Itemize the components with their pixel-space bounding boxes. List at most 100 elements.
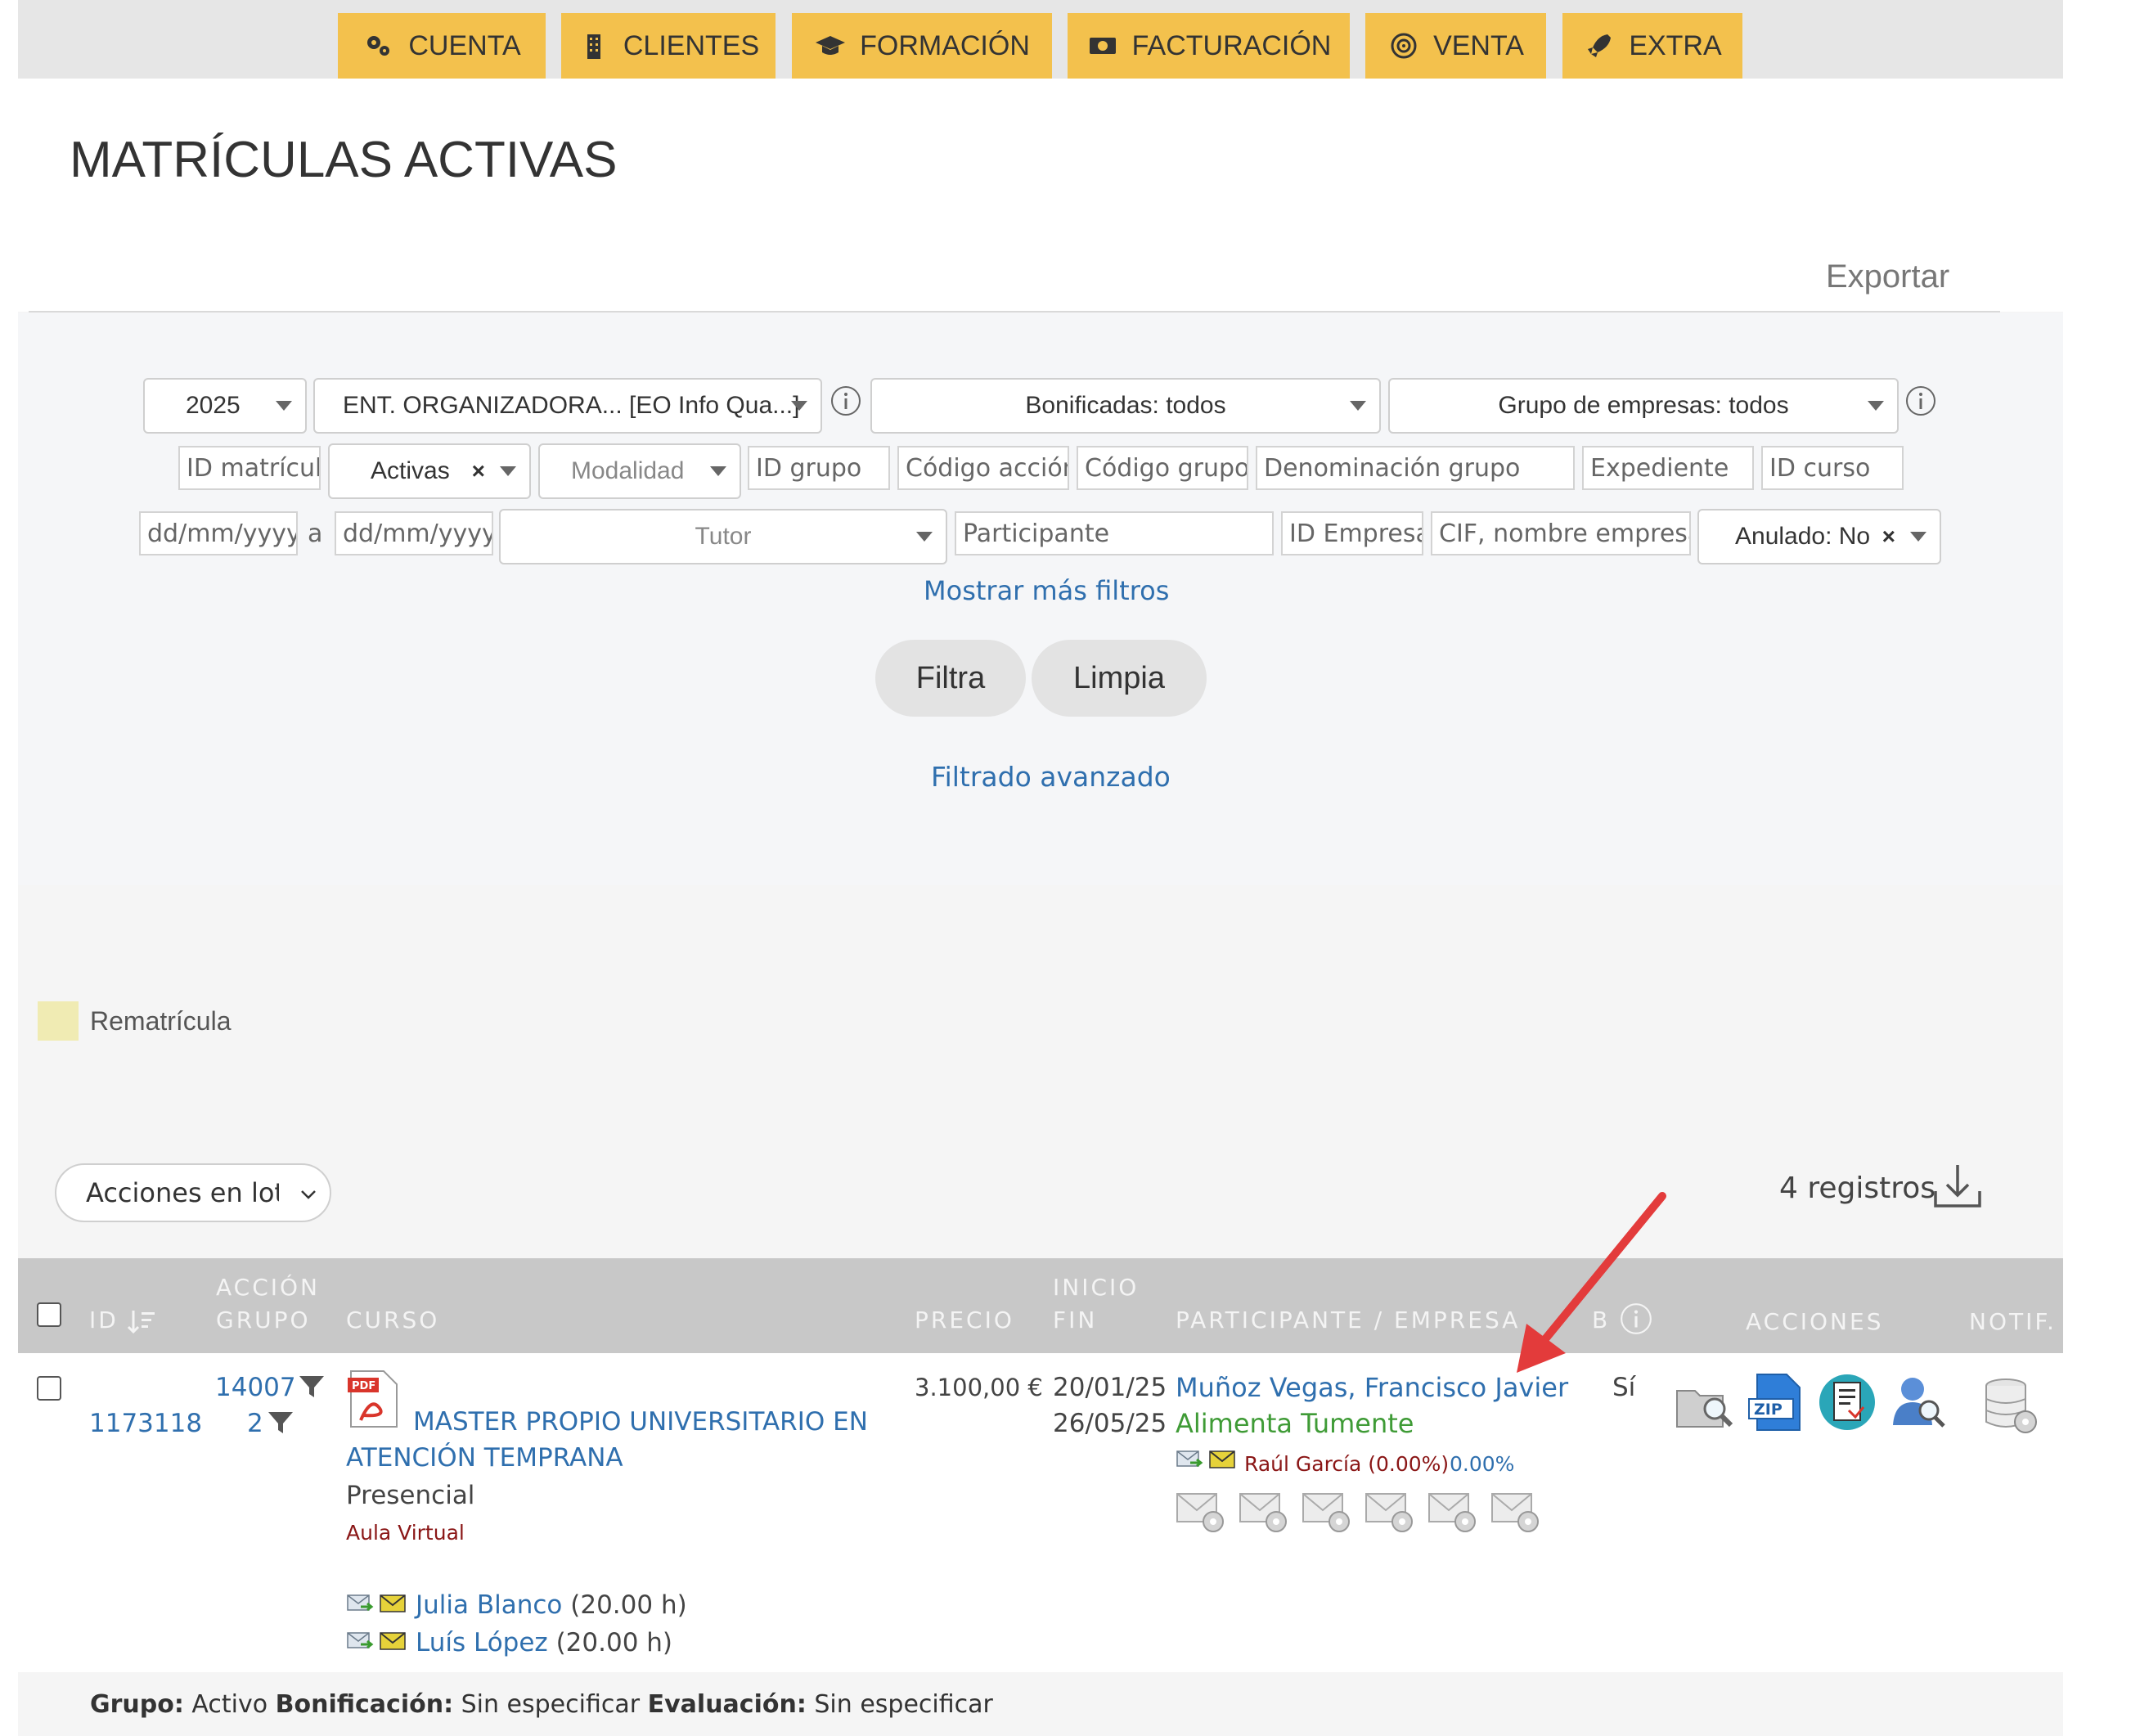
sort-desc-icon[interactable] [127,1307,156,1335]
info-icon[interactable] [1904,385,1937,417]
money-icon [1089,38,1116,54]
year-select[interactable]: 2025 [143,378,307,434]
grupo-link[interactable]: 2 [247,1405,263,1441]
id-grupo-input[interactable]: ID grupo [748,446,890,490]
modalidad-select[interactable]: Modalidad [538,443,741,499]
col-fin: FIN [1053,1306,1098,1333]
mail-forward-icon[interactable] [1176,1448,1203,1471]
id-matricula-input[interactable]: ID matrícula [178,446,321,490]
view-folder-icon[interactable] [1674,1374,1736,1437]
mail-settings-icon[interactable] [1239,1489,1291,1535]
anulado-select[interactable]: Anulado: No × [1697,509,1941,564]
codigo-grupo-input[interactable]: Código grupo [1077,446,1248,490]
date-from-input[interactable]: dd/mm/yyyy [139,511,298,555]
rematricula-swatch [38,1001,79,1041]
tutor-item: Luís López (20.00 h) [416,1625,672,1661]
cif-empresa-input[interactable]: CIF, nombre empresa [1431,511,1691,555]
entity-select[interactable]: ENT. ORGANIZADORA... [EO Info Qua...] [313,378,822,434]
bonificadas-select[interactable]: Bonificadas: todos [870,378,1381,434]
chevron-down-icon [1910,532,1926,542]
percent-link[interactable]: 0.00% [1450,1446,1514,1482]
download-icon[interactable] [1931,1160,1985,1214]
mail-settings-icon[interactable] [1490,1489,1543,1535]
filter-icon[interactable] [298,1374,326,1399]
bulk-actions-label: Acciones en lote [86,1177,279,1208]
rematricula-label: Rematrícula [90,1006,232,1036]
nav-formacion[interactable]: FORMACIÓN [792,13,1052,79]
clear-button[interactable]: Limpia [1032,640,1207,717]
nav-clientes[interactable]: CLIENTES [561,13,776,79]
id-curso-input[interactable]: ID curso [1761,446,1904,490]
col-id[interactable]: ID [89,1304,119,1337]
nav-venta[interactable]: VENTA [1365,13,1546,79]
tutor-hours: (20.00 h) [570,1590,687,1620]
placeholder: Código acción [906,453,1069,483]
filter-button[interactable]: Filtra [875,640,1026,717]
nav-label: CLIENTES [623,29,760,61]
chevron-down-icon [791,401,807,411]
mail-forward-icon[interactable] [346,1630,374,1653]
tutor-item: Julia Blanco (20.00 h) [416,1587,687,1623]
chevron-down-icon [710,466,726,476]
participante-input[interactable]: Participante [955,511,1274,555]
rocket-icon [1588,34,1612,57]
tutor-name-link[interactable]: Julia Blanco [416,1590,562,1620]
mail-icon[interactable] [1208,1448,1236,1471]
bonificadas-value: Bonificadas: todos [1025,392,1226,419]
nav-facturacion[interactable]: FACTURACIÓN [1068,13,1350,79]
estado-select[interactable]: Activas × [328,443,531,499]
bonificacion-label: Bonificación: [275,1690,454,1719]
nav-cuenta[interactable]: CUENTA [338,13,546,79]
mail-settings-icon[interactable] [1176,1489,1228,1535]
evaluacion-label: Evaluación: [647,1690,807,1719]
grupo-empresas-select[interactable]: Grupo de empresas: todos [1388,378,1899,434]
clear-icon[interactable]: × [1882,524,1895,550]
curso-title-line1[interactable]: MASTER PROPIO UNIVERSITARIO EN [413,1404,868,1440]
export-link[interactable]: Exportar [1826,259,1949,295]
year-value: 2025 [186,392,241,419]
row-id-link[interactable]: 1173118 [89,1405,202,1441]
accion-link[interactable]: 14007 [215,1369,296,1405]
expediente-input[interactable]: Expediente [1582,446,1754,490]
select-all-checkbox[interactable] [37,1302,61,1327]
modalidad-text: Presencial [346,1481,475,1510]
zip-icon[interactable]: ZIP [1746,1371,1808,1433]
row-checkbox[interactable] [37,1376,61,1401]
tutor-select[interactable]: Tutor [499,509,947,564]
nav-extra[interactable]: EXTRA [1562,13,1742,79]
clear-icon[interactable]: × [472,458,485,484]
database-settings-icon[interactable] [1980,1374,2042,1437]
report-icon[interactable] [1816,1371,1878,1433]
mail-icon[interactable] [379,1630,407,1653]
id-empresa-input[interactable]: ID Empresa [1281,511,1423,555]
nav-label: VENTA [1433,29,1524,61]
mail-settings-icon[interactable] [1427,1489,1480,1535]
more-filters-link[interactable]: Mostrar más filtros [924,575,1169,606]
mail-forward-icon[interactable] [346,1592,374,1615]
col-precio: PRECIO [915,1306,1014,1333]
page-title: MATRÍCULAS ACTIVAS [70,132,618,188]
user-search-icon[interactable] [1888,1371,1950,1433]
curso-title-line2[interactable]: ATENCIÓN TEMPRANA [346,1440,623,1476]
placeholder: Denominación grupo [1264,453,1521,483]
mail-icon[interactable] [379,1592,407,1615]
nav-label: FACTURACIÓN [1131,29,1332,61]
tutor-name-link[interactable]: Luís López [416,1628,548,1657]
date-to-input[interactable]: dd/mm/yyyy [335,511,493,555]
group-summary: Grupo: Activo Bonificación: Sin especifi… [90,1690,993,1719]
info-icon[interactable] [829,385,862,417]
grupo-label: Grupo: [90,1690,184,1719]
mail-settings-icon[interactable] [1302,1489,1354,1535]
empresa-link[interactable]: Alimenta Tumente [1176,1405,1414,1441]
svg-text:ZIP: ZIP [1754,1401,1783,1419]
col-acciones: ACCIONES [1746,1308,1884,1335]
mail-settings-icon[interactable] [1364,1489,1417,1535]
estado-value: Activas [371,457,450,484]
modalidad-placeholder: Modalidad [571,457,685,484]
advanced-filter-link[interactable]: Filtrado avanzado [931,761,1171,793]
filter-icon[interactable] [267,1410,294,1435]
bulk-actions-select[interactable]: Acciones en lote [55,1163,331,1222]
codigo-accion-input[interactable]: Código acción [897,446,1069,490]
denominacion-grupo-input[interactable]: Denominación grupo [1256,446,1575,490]
pdf-icon[interactable]: PDF [346,1368,403,1430]
